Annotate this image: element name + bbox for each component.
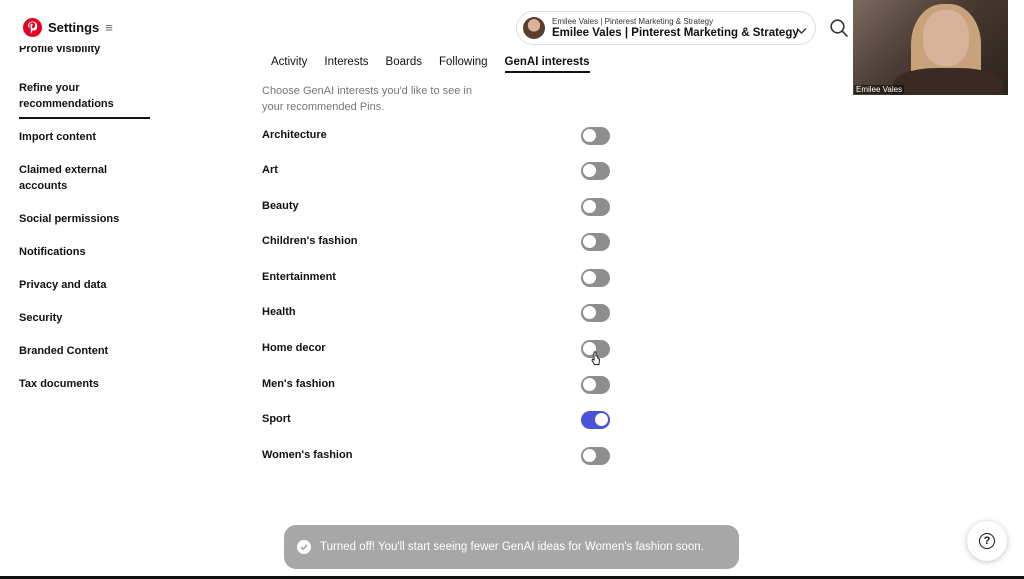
sidebar-item-refine-recommendations[interactable]: Refine your recommendations <box>19 80 150 119</box>
interest-label: Sport <box>262 413 291 425</box>
interest-label: Home decor <box>262 342 326 354</box>
tab-following[interactable]: Following <box>439 56 488 73</box>
interest-label: Children's fashion <box>262 235 358 247</box>
webcam-name-label: Emilee Vales <box>854 85 905 94</box>
toggle-entertainment[interactable] <box>581 269 610 287</box>
account-subtitle: Emilee Vales | Pinterest Marketing & Str… <box>552 17 714 26</box>
section-description: Choose GenAI interests you'd like to see… <box>262 85 472 113</box>
toggle-childrens-fashion[interactable] <box>581 233 610 251</box>
webcam-overlay: Emilee Vales <box>853 0 1008 95</box>
toast-notification: Turned off! You'll start seeing fewer Ge… <box>284 525 739 569</box>
toggle-health[interactable] <box>581 304 610 322</box>
toggle-architecture[interactable] <box>581 127 610 145</box>
interest-label: Women's fashion <box>262 449 353 461</box>
sidebar-item-branded-content[interactable]: Branded Content <box>19 343 154 359</box>
sidebar-item-tax-documents[interactable]: Tax documents <box>19 376 154 392</box>
interest-row-childrens-fashion: Children's fashion <box>262 232 612 252</box>
interest-label: Beauty <box>262 200 299 212</box>
sidebar-item-privacy-data[interactable]: Privacy and data <box>19 277 154 293</box>
interest-label: Entertainment <box>262 271 336 283</box>
check-circle-icon <box>297 540 311 554</box>
interest-row-womens-fashion: Women's fashion <box>262 446 612 466</box>
sidebar-item-social-permissions[interactable]: Social permissions <box>19 211 154 227</box>
interest-row-sport: Sport <box>262 410 612 430</box>
interest-row-beauty: Beauty <box>262 197 612 217</box>
interest-row-health: Health <box>262 303 612 323</box>
interest-row-architecture: Architecture <box>262 126 612 146</box>
sidebar-item-profile-visibility[interactable]: Profile visibility <box>19 46 154 58</box>
toggle-beauty[interactable] <box>581 198 610 216</box>
interest-row-entertainment: Entertainment <box>262 268 612 288</box>
sidebar-item-notifications[interactable]: Notifications <box>19 244 154 260</box>
interest-row-art: Art <box>262 161 612 181</box>
pinterest-logo-icon[interactable] <box>23 18 42 37</box>
toggle-mens-fashion[interactable] <box>581 376 610 394</box>
page-title: Settings <box>48 20 100 35</box>
tab-genai-interests[interactable]: GenAI interests <box>504 56 590 73</box>
tab-bar: Activity Interests Boards Following GenA… <box>271 56 607 73</box>
interest-row-mens-fashion: Men's fashion <box>262 375 612 395</box>
help-button[interactable]: ? <box>967 521 1007 561</box>
avatar <box>523 17 545 39</box>
sidebar-item-security[interactable]: Security <box>19 310 154 326</box>
sidebar-item-claimed-accounts[interactable]: Claimed external accounts <box>19 162 119 194</box>
menu-icon[interactable]: ≡ <box>105 20 113 35</box>
header-left: Settings ≡ <box>23 18 113 37</box>
help-icon: ? <box>979 533 995 549</box>
account-switcher[interactable]: Emilee Vales | Pinterest Marketing & Str… <box>516 11 816 45</box>
sidebar-item-import-content[interactable]: Import content <box>19 129 154 145</box>
interest-label: Men's fashion <box>262 378 335 390</box>
interest-label: Health <box>262 306 296 318</box>
chevron-down-icon <box>796 22 807 40</box>
tab-activity[interactable]: Activity <box>271 56 307 73</box>
interest-label: Architecture <box>262 129 327 141</box>
toast-message: Turned off! You'll start seeing fewer Ge… <box>320 541 704 553</box>
toggle-sport[interactable] <box>581 411 610 429</box>
tab-interests[interactable]: Interests <box>324 56 368 73</box>
mouse-cursor-icon <box>591 351 601 371</box>
search-icon[interactable] <box>829 18 849 38</box>
toggle-art[interactable] <box>581 162 610 180</box>
interest-row-home-decor: Home decor <box>262 339 612 359</box>
interest-label: Art <box>262 164 278 176</box>
tab-boards[interactable]: Boards <box>386 56 422 73</box>
toggle-womens-fashion[interactable] <box>581 447 610 465</box>
account-name: Emilee Vales | Pinterest Marketing & Str… <box>552 27 799 39</box>
